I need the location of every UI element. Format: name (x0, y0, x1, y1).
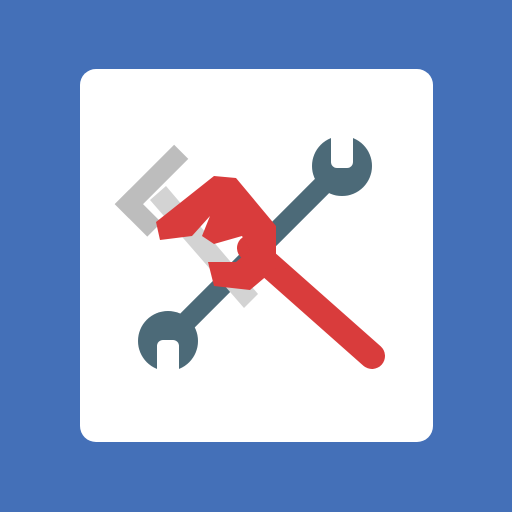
pipe-wrench-head (156, 176, 276, 290)
wrench-bottom-head (138, 311, 198, 384)
app-icon[interactable] (0, 0, 512, 512)
wrench-bottom-slot (157, 340, 179, 384)
wrench-top-head (312, 124, 372, 196)
wrench-top-slot (331, 124, 353, 168)
tools-icon (114, 124, 385, 384)
